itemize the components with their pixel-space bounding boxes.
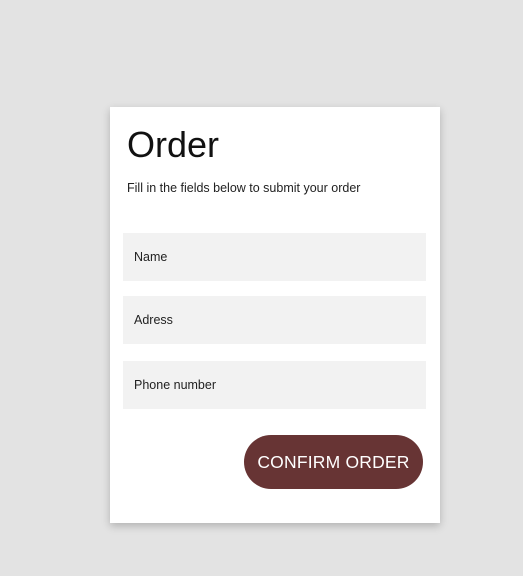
name-field[interactable] <box>123 233 426 281</box>
form-subtitle: Fill in the fields below to submit your … <box>127 181 361 195</box>
confirm-order-button[interactable]: CONFIRM ORDER <box>244 435 423 489</box>
form-title: Order <box>127 124 220 165</box>
address-field[interactable] <box>123 296 426 344</box>
order-form-card: Order Fill in the fields below to submit… <box>110 107 440 523</box>
phone-number-field[interactable] <box>123 361 426 409</box>
